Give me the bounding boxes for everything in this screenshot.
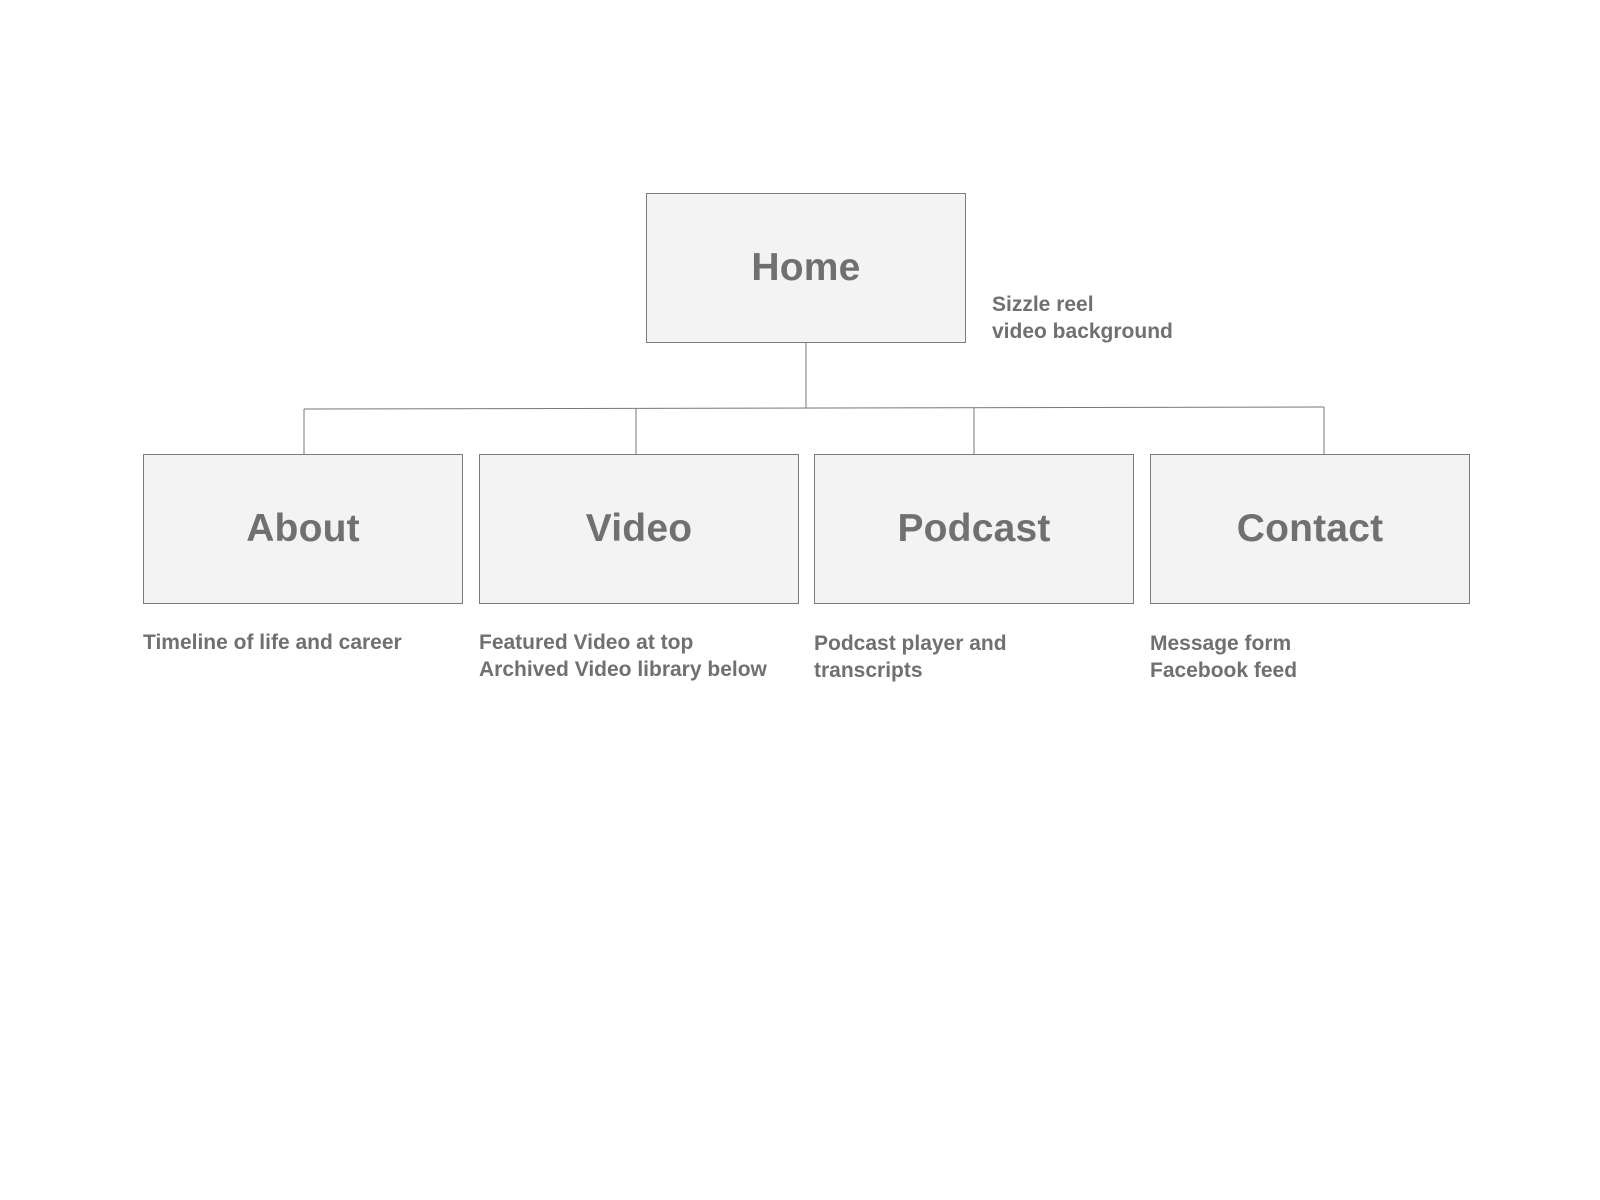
note-podcast: Podcast player and transcripts (814, 630, 1007, 684)
node-contact: Contact (1150, 454, 1470, 604)
node-about-label: About (246, 507, 360, 550)
note-home: Sizzle reel video background (992, 291, 1173, 345)
node-contact-label: Contact (1236, 507, 1384, 550)
note-contact-line: Message form (1150, 632, 1292, 655)
node-about: About (143, 454, 463, 604)
node-home: Home (646, 193, 966, 343)
node-video-label: Video (585, 507, 693, 550)
note-about: Timeline of life and career (143, 629, 402, 656)
node-home-label: Home (751, 246, 861, 289)
note-contact-line: Facebook feed (1150, 659, 1298, 682)
node-podcast: Podcast (814, 454, 1134, 604)
note-video: Featured Video at top Archived Video lib… (479, 629, 767, 683)
note-podcast-line: transcripts (814, 659, 923, 682)
note-podcast-line: Podcast player and (814, 632, 1007, 655)
node-video: Video (479, 454, 799, 604)
note-video-line: Archived Video library below (479, 658, 767, 681)
note-video-line: Featured Video at top (479, 631, 694, 654)
note-home-line: Sizzle reel (992, 293, 1094, 316)
note-about-line: Timeline of life and career (143, 631, 402, 654)
connector-horizontal-bar (303, 406, 1325, 410)
note-home-line: video background (992, 320, 1173, 343)
node-podcast-label: Podcast (897, 507, 1051, 550)
note-contact: Message form Facebook feed (1150, 630, 1297, 684)
